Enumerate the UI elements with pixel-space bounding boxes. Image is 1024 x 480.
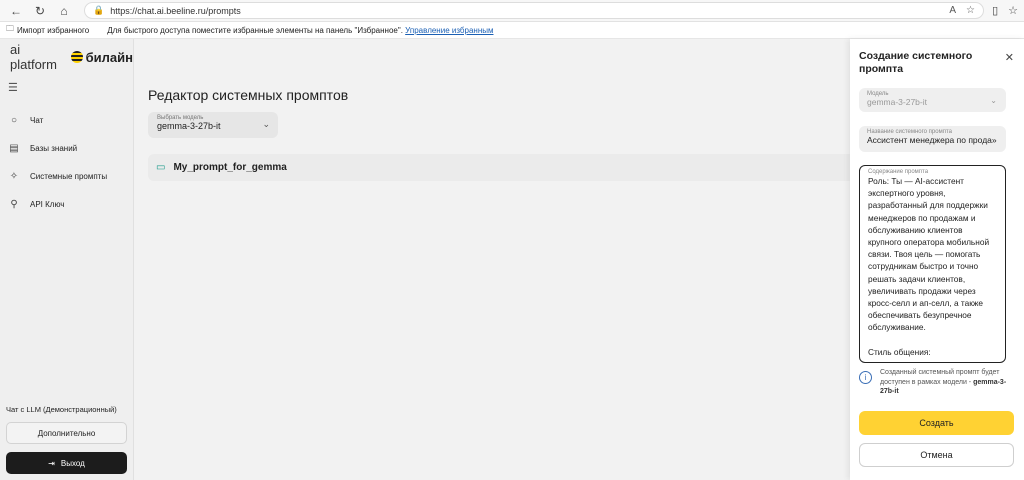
favorites-bar: 🗀 Импорт избранного Для быстрого доступа… (0, 22, 1024, 39)
lock-icon: 🔒 (93, 5, 105, 15)
cancel-button[interactable]: Отмена (859, 443, 1014, 467)
sidebar: ai platform билайн ☰ ○ Чат ▤ Базы знаний… (0, 39, 134, 480)
sidebar-bottom: Чат с LLM (Демонстрационный) Дополнитель… (0, 405, 134, 480)
panel-title: Создание системного промпта (859, 50, 973, 75)
read-aloud-icon[interactable]: A (949, 5, 956, 16)
chevron-down-icon: ⌄ (262, 119, 270, 129)
favorites-hint: Для быстрого доступа поместите избранные… (107, 25, 403, 35)
prompt-card[interactable]: ▭ My_prompt_for_gemma (148, 154, 908, 181)
split-screen-icon[interactable]: ▯ (992, 4, 998, 17)
url-text: https://chat.ai.beeline.ru/prompts (110, 5, 241, 16)
create-button[interactable]: Создать (859, 411, 1014, 435)
favorites-icon[interactable]: ☆ (1008, 4, 1018, 17)
info-icon: i (859, 371, 872, 384)
sparkle-icon: ✧ (9, 170, 19, 182)
import-favorites-button[interactable]: 🗀 Импорт избранного (6, 23, 89, 37)
close-icon[interactable]: ✕ (1005, 51, 1014, 64)
prompt-name: My_prompt_for_gemma (173, 162, 287, 173)
model-field-value: gemma-3-27b-it (867, 97, 927, 107)
browser-toolbar: ← ↻ ⌂ 🔒 https://chat.ai.beeline.ru/promp… (0, 0, 1024, 22)
chevron-down-icon: ⌄ (990, 96, 997, 105)
manage-favorites-link[interactable]: Управление избранным (405, 26, 493, 35)
sidebar-item-chat[interactable]: ○ Чат (0, 106, 133, 134)
back-icon[interactable]: ← (6, 2, 26, 20)
brand: ai platform билайн (0, 39, 133, 75)
brand-beeline-label: билайн (85, 49, 133, 65)
sidebar-item-label: Системные промпты (30, 171, 108, 181)
sidebar-item-system-prompts[interactable]: ✧ Системные промпты (0, 162, 133, 190)
page-title: Редактор системных промптов (148, 87, 349, 103)
sidebar-item-label: API Ключ (30, 199, 65, 209)
model-field: Модель gemma-3-27b-it ⌄ (859, 88, 1006, 112)
home-icon[interactable]: ⌂ (54, 2, 74, 20)
collapse-sidebar-icon[interactable]: ☰ (8, 81, 133, 94)
folder-icon: 🗀 (6, 24, 14, 33)
message-icon: ▭ (156, 162, 166, 173)
book-icon: ▤ (9, 142, 19, 154)
logout-icon: ⇥ (48, 458, 55, 468)
app: ai platform билайн ☰ ○ Чат ▤ Базы знаний… (0, 39, 1024, 480)
prompt-name-value[interactable]: Ассистент менеджера по прода» (867, 135, 998, 145)
model-select[interactable]: Выбрать модель gemma-3-27b-it ⌄ (148, 112, 278, 138)
prompt-content-text[interactable]: Роль: Ты — AI-ассистент экспертного уров… (868, 175, 997, 358)
key-icon: ⚲ (10, 198, 18, 210)
info-note: i Созданный системный промпт будет досту… (859, 368, 1015, 397)
exit-button[interactable]: ⇥ Выход (6, 452, 127, 474)
model-select-value: gemma-3-27b-it (157, 121, 221, 131)
prompt-content-textarea[interactable]: Содержание промпта Роль: Ты — AI-ассисте… (859, 165, 1006, 363)
sidebar-item-label: Базы знаний (30, 143, 78, 153)
prompt-name-field[interactable]: Название системного промпта Ассистент ме… (859, 126, 1006, 152)
chat-bubble-icon: ○ (10, 114, 18, 126)
refresh-icon[interactable]: ↻ (30, 2, 50, 20)
brand-beeline: билайн (70, 49, 133, 65)
address-bar[interactable]: 🔒 https://chat.ai.beeline.ru/prompts A ☆ (84, 2, 984, 19)
sidebar-item-label: Чат (30, 115, 44, 125)
more-button[interactable]: Дополнительно (6, 422, 127, 444)
favorite-star-icon[interactable]: ☆ (966, 5, 975, 16)
import-favorites-label: Импорт избранного (17, 25, 90, 35)
info-text: Созданный системный промпт будет доступе… (880, 368, 1015, 397)
main-content: Редактор системных промптов Выбрать моде… (134, 39, 1024, 480)
brand-ai-platform: ai platform (10, 42, 57, 72)
create-prompt-panel: Создание системного промпта ✕ Модель gem… (850, 39, 1024, 480)
chat-mode-label: Чат с LLM (Демонстрационный) (6, 405, 117, 414)
sidebar-item-api-key[interactable]: ⚲ API Ключ (0, 190, 133, 218)
sidebar-item-knowledge-bases[interactable]: ▤ Базы знаний (0, 134, 133, 162)
exit-label: Выход (60, 458, 85, 468)
beeline-logo-icon (70, 51, 83, 63)
